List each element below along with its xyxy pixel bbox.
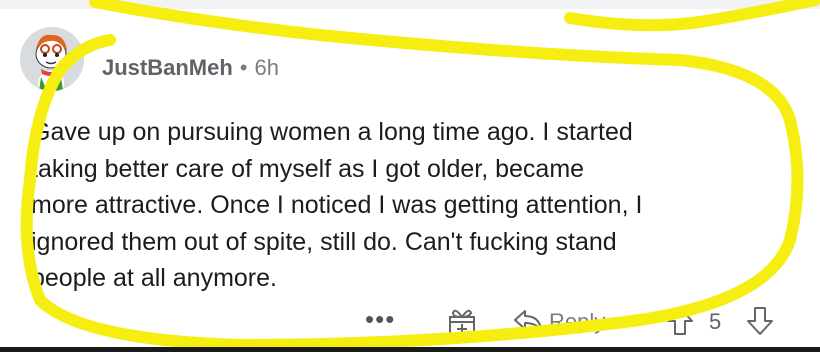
reply-button[interactable]: Reply	[549, 309, 605, 335]
comment-line: people at all anymore.	[31, 264, 277, 292]
comment-line: ignored them out of spite, still do. Can…	[31, 227, 617, 256]
reply-arrow-icon[interactable]	[513, 309, 543, 331]
snoo-avatar-icon	[20, 27, 84, 91]
meta-separator: •	[239, 55, 248, 80]
comment-body: Gave up on pursuing women a long time ag…	[31, 114, 793, 297]
downvote-arrow-icon[interactable]	[745, 305, 775, 337]
more-options-button[interactable]: •••	[365, 306, 395, 332]
username[interactable]: JustBanMeh	[102, 55, 233, 81]
vote-score: 5	[709, 309, 722, 334]
bottom-divider	[0, 347, 820, 352]
comment-header: JustBanMeh • 6h	[102, 54, 279, 82]
comment-line: more attractive. Once I noticed I was ge…	[31, 191, 643, 219]
comment-line: taking better care of myself as I got ol…	[31, 154, 585, 183]
comment-line: Gave up on pursuing women a long time ag…	[31, 118, 633, 146]
timestamp: 6h	[254, 55, 279, 80]
avatar[interactable]	[20, 27, 84, 91]
upvote-arrow-icon[interactable]	[665, 305, 695, 337]
award-gift-icon[interactable]	[445, 305, 479, 339]
top-divider	[0, 0, 820, 9]
comment-actions: ••• Reply 5	[365, 305, 785, 345]
